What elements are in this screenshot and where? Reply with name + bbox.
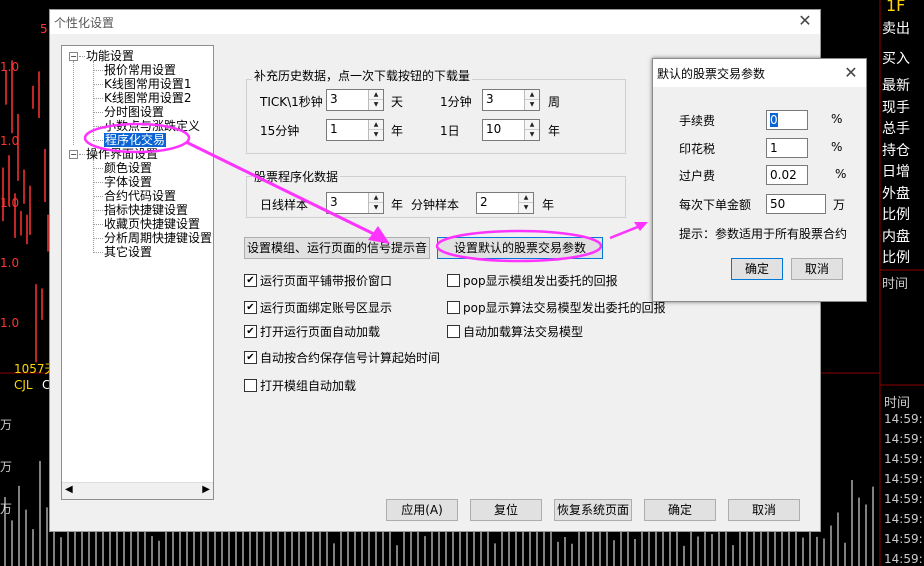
annotation-ellipse-tree <box>83 122 191 154</box>
annotation-arrow-head <box>368 226 390 244</box>
annotation-arrow-line <box>185 140 379 238</box>
annotation-ellipse-button <box>435 229 603 263</box>
annotation-overlay <box>83 122 648 263</box>
annotation-arrow-line-2 <box>609 224 641 240</box>
